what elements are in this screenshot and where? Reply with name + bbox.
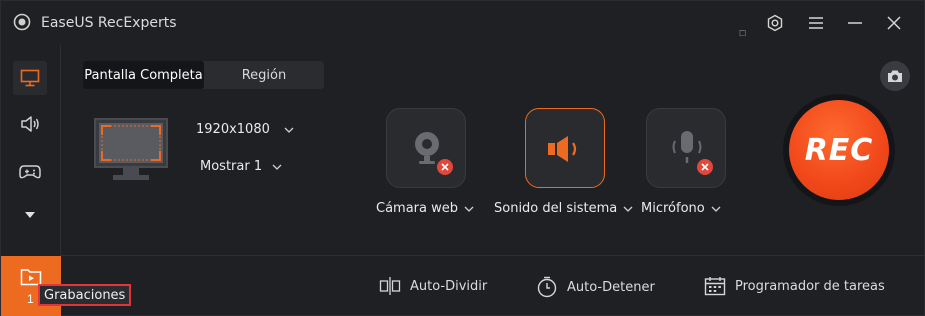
minimize-button[interactable] [843,11,867,35]
microphone-label: Micrófono [641,201,705,216]
tab-region[interactable]: Región [204,61,324,89]
chevron-down-icon [284,127,294,133]
screenshot-button[interactable] [880,61,910,91]
webcam-label: Cámara web [376,201,458,216]
bottom-toolbar: Auto-Dividir Auto-Detener Programador de… [61,255,925,316]
gamepad-icon [19,165,41,179]
sidebar-item-screen[interactable] [13,61,47,95]
mode-tabs: Pantalla Completa Región [83,61,324,89]
calendar-icon [704,277,726,296]
sidebar: 1 [1,45,61,316]
menu-button[interactable] [804,11,828,35]
task-scheduler-button[interactable]: Programador de tareas [704,276,885,296]
menu-icon [809,17,823,29]
system-sound-toggle[interactable] [525,108,605,188]
rec-button[interactable]: REC [789,100,889,200]
monitor-icon [20,69,40,87]
task-scheduler-label: Programador de tareas [735,278,885,294]
resolution-select[interactable]: 1920x1080 [196,122,294,137]
recordings-count: 1 [27,292,34,306]
settings-icon [767,14,783,32]
app-window: EaseUS RecExperts ☐ 1 Grabaciones Pantal… [0,0,925,316]
auto-stop-button[interactable]: Auto-Detener [536,276,655,298]
chevron-down-icon [711,206,721,212]
sidebar-item-audio[interactable] [13,107,47,141]
auto-split-label: Auto-Dividir [410,278,488,294]
auto-split-button[interactable]: Auto-Dividir [379,276,487,296]
triangle-down-icon [25,212,35,218]
auto-stop-label: Auto-Detener [567,279,655,295]
display-select[interactable]: Mostrar 1 [200,159,282,174]
display-value: Mostrar 1 [200,159,263,174]
disabled-badge-icon [437,159,453,175]
chevron-down-icon [623,206,633,212]
version-mark: ☐ [739,29,747,38]
app-logo-icon [13,13,31,31]
microphone-toggle[interactable] [646,108,726,188]
camera-icon [888,70,902,82]
chevron-down-icon [464,206,474,212]
chevron-down-icon [272,164,282,170]
webcam-toggle[interactable] [386,108,466,188]
webcam-select[interactable]: Cámara web [376,201,474,216]
speaker-icon [548,136,577,162]
system-sound-label: Sonido del sistema [494,201,618,216]
resolution-value: 1920x1080 [196,122,270,137]
sidebar-item-game[interactable] [13,155,47,189]
close-button[interactable] [882,11,906,35]
split-icon [379,277,401,295]
close-icon [887,16,901,30]
settings-button[interactable] [763,11,787,35]
title-bar: EaseUS RecExperts ☐ [1,1,925,45]
rec-button-ring: REC [783,94,895,206]
monitor-preview-icon [94,118,168,180]
tab-full-screen[interactable]: Pantalla Completa [83,61,204,89]
timer-icon [537,276,557,298]
speaker-icon [21,116,39,132]
sidebar-item-more[interactable] [13,198,47,232]
app-title: EaseUS RecExperts [41,15,177,31]
microphone-select[interactable]: Micrófono [641,201,721,216]
disabled-badge-icon [697,159,713,175]
minimize-icon [848,22,862,24]
system-sound-select[interactable]: Sonido del sistema [494,201,633,216]
